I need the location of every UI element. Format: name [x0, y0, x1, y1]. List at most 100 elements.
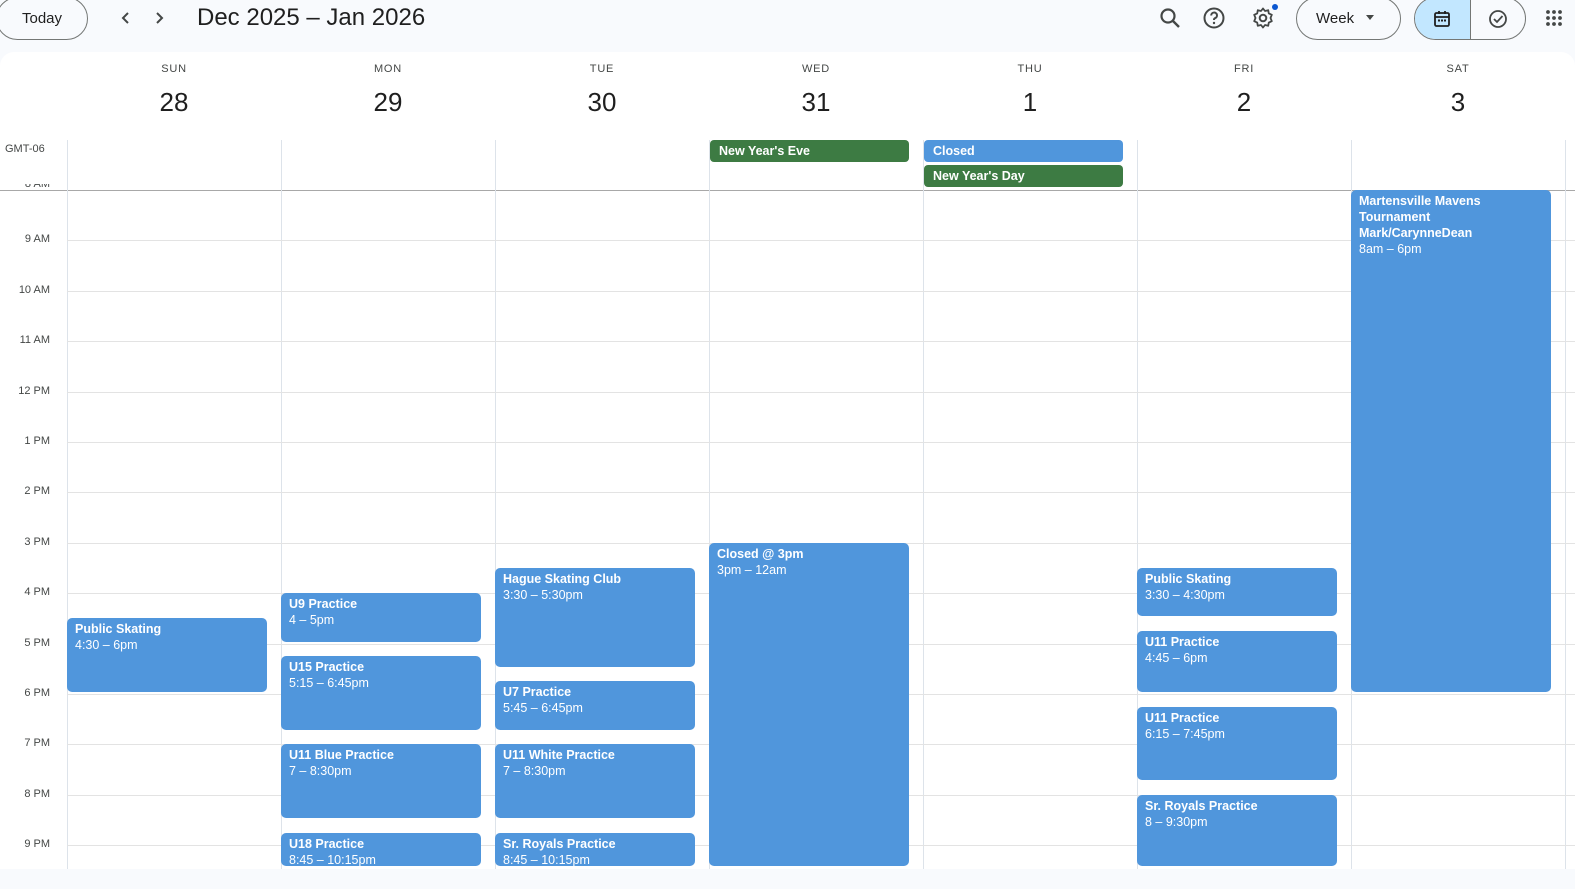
event-time: 8am – 6pm	[1359, 242, 1422, 256]
task-check-icon	[1489, 9, 1507, 28]
calendar-view-button[interactable]	[1415, 0, 1470, 39]
column-divider	[67, 140, 68, 869]
calendar-event[interactable]: Martensville Mavens Tournament Mark/Cary…	[1351, 190, 1551, 692]
week-grid: GMT-06 SUN 28 MON 29 TUE 30 WED 31 THU 1 FRI 2 SAT 3 8…	[0, 52, 1575, 869]
day-name: TUE	[589, 63, 615, 75]
event-time: 8 – 9:30pm	[1145, 814, 1208, 829]
calendar-event[interactable]: Sr. Royals Practice 8 – 9:30pm	[1137, 794, 1337, 866]
calendar-event[interactable]: U15 Practice 5:15 – 6:45pm	[281, 656, 481, 730]
day-header[interactable]: SAT 3	[1351, 62, 1565, 118]
search-button[interactable]	[1154, 2, 1186, 34]
day-number[interactable]: 3	[1351, 86, 1565, 118]
calendar-event[interactable]: Closed @ 3pm 3pm – 12am	[709, 542, 909, 866]
hour-label: 9 PM	[24, 838, 50, 851]
hour-label: 9 AM	[24, 233, 50, 246]
hour-label: 3 PM	[24, 535, 50, 548]
day-header[interactable]: FRI 2	[1137, 62, 1351, 118]
day-number[interactable]: 28	[67, 86, 281, 118]
event-time: 3pm – 12am	[717, 562, 787, 577]
help-icon	[1203, 7, 1225, 29]
day-header[interactable]: MON 29	[281, 62, 495, 118]
hour-label: 8 PM	[24, 787, 50, 800]
next-week-button[interactable]	[145, 4, 173, 32]
all-day-event[interactable]: Closed	[924, 140, 1123, 162]
calendar-event[interactable]: Public Skating 3:30 – 4:30pm	[1137, 568, 1337, 617]
hour-gridline	[67, 290, 1575, 292]
all-day-event-title: Closed	[933, 144, 975, 158]
chevron-left-icon	[121, 12, 129, 24]
event-title: U11 White Practice	[503, 748, 615, 763]
hour-label: 8 AM	[24, 184, 50, 190]
event-title: Sr. Royals Practice	[1145, 798, 1258, 813]
day-header[interactable]: SUN 28	[67, 62, 281, 118]
event-time: 7 – 8:30pm	[289, 764, 352, 779]
view-selector[interactable]: Week	[1296, 0, 1401, 40]
caret-down-icon	[1366, 15, 1374, 20]
calendar-event[interactable]: Sr. Royals Practice 8:45 – 10:15pm	[495, 832, 695, 866]
day-header[interactable]: TUE 30	[495, 62, 709, 118]
day-number[interactable]: 31	[709, 86, 923, 118]
today-button[interactable]: Today	[0, 0, 88, 40]
day-number[interactable]: 30	[495, 86, 709, 118]
tasks-view-button[interactable]	[1469, 0, 1525, 39]
event-time: 4:30 – 6pm	[75, 638, 138, 653]
apps-grid-icon	[1546, 10, 1562, 26]
event-title: Public Skating	[75, 622, 162, 637]
date-range-title: Dec 2025 – Jan 2026	[197, 4, 426, 31]
calendar-event[interactable]: U11 White Practice 7 – 8:30pm	[495, 744, 695, 818]
apps-button[interactable]	[1538, 2, 1570, 34]
event-time: 6:15 – 7:45pm	[1145, 726, 1225, 741]
event-title: U9 Practice	[289, 597, 358, 612]
day-name: SUN	[161, 63, 187, 75]
event-time: 4 – 5pm	[289, 613, 335, 628]
event-time: 5:45 – 6:45pm	[503, 701, 583, 716]
hour-label: 12 PM	[18, 384, 50, 397]
hour-gridline	[67, 240, 1575, 242]
help-button[interactable]	[1198, 2, 1230, 34]
hour-gridline	[67, 341, 1575, 343]
day-header[interactable]: WED 31	[709, 62, 923, 118]
hour-label: 11 AM	[19, 334, 50, 347]
day-number[interactable]: 29	[281, 86, 495, 118]
calendar-event[interactable]: U11 Practice 4:45 – 6pm	[1137, 631, 1337, 692]
event-title: Hague Skating Club	[503, 572, 622, 586]
all-day-event[interactable]: New Year's Day	[924, 165, 1123, 187]
event-title: Sr. Royals Practice	[503, 836, 616, 851]
day-name: THU	[1017, 63, 1043, 75]
chevron-right-icon	[156, 12, 164, 24]
day-header[interactable]: THU 1	[923, 62, 1137, 118]
hour-gridline	[67, 391, 1575, 393]
hour-gridline	[67, 442, 1575, 443]
day-name: WED	[801, 63, 831, 75]
hour-label: 2 PM	[24, 485, 50, 498]
search-icon	[1160, 8, 1180, 28]
column-divider	[923, 140, 924, 869]
calendar-event[interactable]: U18 Practice 8:45 – 10:15pm	[281, 832, 481, 866]
hour-label: 4 PM	[24, 586, 50, 599]
event-time: 3:30 – 5:30pm	[503, 588, 583, 602]
day-number[interactable]: 1	[923, 86, 1137, 118]
gear-icon	[1253, 7, 1273, 29]
calendar-event[interactable]: Public Skating 4:30 – 6pm	[67, 618, 267, 692]
previous-week-button[interactable]	[112, 4, 140, 32]
event-title: U15 Practice	[289, 660, 365, 675]
day-name: SAT	[1446, 63, 1470, 75]
calendar-event[interactable]: U11 Blue Practice 7 – 8:30pm	[281, 744, 481, 818]
calendar-event[interactable]: U11 Practice 6:15 – 7:45pm	[1137, 706, 1337, 781]
hour-label: 1 PM	[24, 435, 50, 447]
calendar-event[interactable]: Hague Skating Club 3:30 – 5:30pm	[495, 568, 695, 667]
calendar-icon	[1434, 10, 1451, 27]
calendar-event[interactable]: U7 Practice 5:45 – 6:45pm	[495, 681, 695, 730]
event-title: Public Skating	[1145, 572, 1232, 586]
notification-dot	[1272, 4, 1278, 10]
day-name: MON	[373, 63, 403, 75]
hour-gridline	[67, 492, 1575, 494]
hour-label: 6 PM	[24, 687, 50, 699]
column-divider	[1565, 140, 1566, 869]
all-day-event[interactable]: New Year's Eve	[710, 140, 909, 162]
all-day-divider	[0, 190, 1575, 191]
event-title: U11 Blue Practice	[289, 748, 394, 763]
event-title: U7 Practice	[503, 685, 572, 700]
calendar-event[interactable]: U9 Practice 4 – 5pm	[281, 593, 481, 642]
day-number[interactable]: 2	[1137, 86, 1351, 118]
